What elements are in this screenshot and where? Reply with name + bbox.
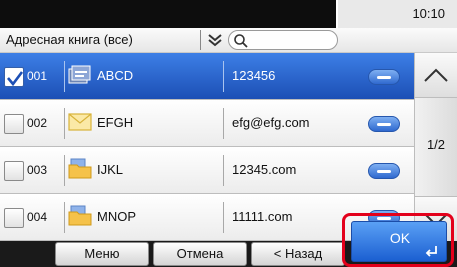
header-divider	[200, 30, 201, 50]
row-checkbox[interactable]	[4, 114, 24, 134]
row-divider	[64, 202, 65, 233]
address-book-header: Адресная книга (все)	[0, 28, 457, 53]
search-field[interactable]	[228, 30, 338, 50]
address-row[interactable]: 002 EFGH efg@efg.com	[0, 100, 414, 147]
group-icon	[68, 65, 91, 84]
address-book-screen: 10:10 Адресная книга (все) 001 ABCD 1234…	[0, 0, 457, 267]
row-number: 004	[27, 210, 48, 224]
address-book-title: Адресная книга (все)	[6, 32, 133, 47]
clock: 10:10	[412, 6, 445, 21]
row-divider	[64, 61, 65, 92]
entry-address: 11111.com	[232, 209, 293, 224]
book-filter-dropdown-button[interactable]	[204, 30, 226, 50]
row-checkbox[interactable]	[4, 161, 24, 181]
ok-button[interactable]: OK	[351, 221, 447, 262]
menu-button[interactable]: Меню	[55, 242, 149, 266]
message-area	[0, 0, 336, 28]
back-button[interactable]: < Назад	[251, 242, 345, 266]
entry-address: efg@efg.com	[232, 115, 310, 130]
row-divider	[223, 108, 224, 139]
folder-icon	[68, 205, 92, 226]
detail-button[interactable]	[368, 116, 400, 132]
enter-icon	[425, 246, 437, 257]
row-divider	[223, 202, 224, 233]
row-divider	[64, 108, 65, 139]
row-number: 002	[27, 116, 48, 130]
page-indicator: 1/2	[426, 137, 446, 152]
row-checkbox[interactable]	[4, 208, 24, 228]
row-divider	[223, 155, 224, 186]
envelope-icon	[68, 113, 92, 131]
row-divider	[64, 155, 65, 186]
row-number: 001	[27, 69, 48, 83]
ok-button-label: OK	[389, 230, 411, 246]
status-bar: 10:10	[0, 0, 457, 28]
row-checkbox[interactable]	[4, 67, 24, 87]
address-row[interactable]: 003 IJKL 12345.com	[0, 147, 414, 194]
row-number: 003	[27, 163, 48, 177]
folder-icon	[68, 158, 92, 179]
detail-button[interactable]	[368, 163, 400, 179]
entry-address: 123456	[232, 68, 276, 83]
status-divider	[336, 0, 338, 28]
address-row[interactable]: 001 ABCD 123456	[0, 53, 414, 100]
cancel-button[interactable]: Отмена	[153, 242, 247, 266]
search-icon	[234, 34, 248, 48]
entry-name: EFGH	[97, 115, 134, 130]
entry-name: ABCD	[97, 68, 134, 83]
entry-name: IJKL	[97, 162, 124, 177]
detail-button[interactable]	[368, 69, 400, 85]
scroll-up-button[interactable]	[415, 53, 457, 98]
entry-address: 12345.com	[232, 162, 297, 177]
chevron-up-icon	[424, 68, 448, 82]
row-divider	[223, 61, 224, 92]
chevron-double-down-icon	[208, 34, 222, 47]
entry-name: MNOP	[97, 209, 136, 224]
checkmark-icon	[7, 71, 24, 87]
